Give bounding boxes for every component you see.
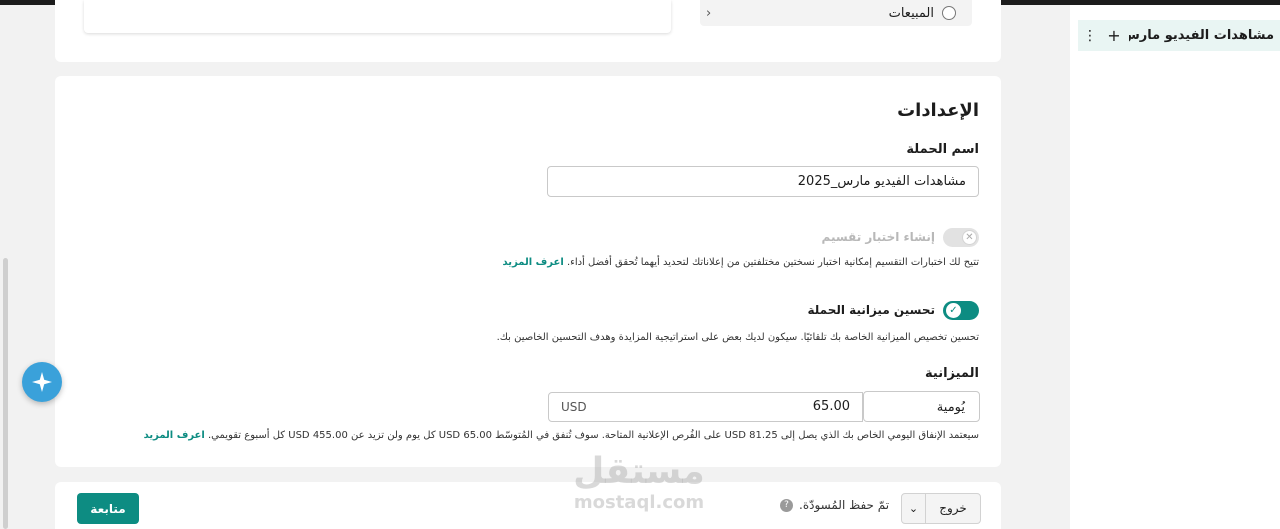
watermark-arabic: مستقل: [573, 451, 705, 492]
check-icon: ✓: [946, 303, 961, 318]
sales-radio[interactable]: [942, 6, 956, 20]
budget-optimization-description: تحسين تخصيص الميزانية الخاصة بك تلقائيًا…: [496, 332, 979, 343]
budget-description: سيعتمد الإنفاق اليومي الخاص بك الذي يصل …: [144, 430, 979, 441]
budget-type-select[interactable]: يُومية: [863, 391, 980, 422]
budget-amount-value: 65.00: [812, 399, 850, 414]
exit-button-group[interactable]: خروج ⌄: [901, 493, 981, 524]
more-options-icon[interactable]: ⋮: [1083, 28, 1097, 44]
draft-status-text: تمّ حفظ المُسودّة.: [799, 498, 890, 512]
budget-description-text: سيعتمد الإنفاق اليومي الخاص بك الذي يصل …: [207, 430, 979, 441]
sales-label: المبيعات: [888, 5, 934, 21]
continue-button[interactable]: متابعة: [77, 493, 139, 524]
campaign-structure-panel: [1070, 5, 1280, 529]
objective-option-sales[interactable]: المبيعات ‹: [700, 0, 972, 26]
settings-title: الإعدادات: [897, 100, 979, 121]
campaign-name-input[interactable]: مشاهدات الفيديو مارس_2025: [547, 166, 979, 197]
budget-amount-input[interactable]: 65.00 USD: [548, 392, 863, 422]
campaign-tree-item-label: مشاهدات الفيديو مارس_...: [1129, 28, 1274, 43]
chevron-down-icon[interactable]: ⌄: [902, 494, 926, 523]
assistant-button[interactable]: [22, 362, 62, 402]
split-test-description: تتيح لك اختبارات التقسيم إمكانية اختبار …: [503, 257, 979, 268]
objective-detail-box: [84, 0, 671, 33]
campaign-tree-item[interactable]: مشاهدات الفيديو مارس_... + ⋮: [1078, 20, 1280, 51]
learn-more-link[interactable]: اعرف المزيد: [503, 257, 564, 268]
budget-optimization-label: تحسين ميزانية الحملة: [807, 303, 936, 317]
campaign-name-label: اسم الحملة: [906, 142, 979, 157]
exit-button[interactable]: خروج: [926, 494, 980, 523]
budget-learn-more-link[interactable]: اعرف المزيد: [144, 430, 205, 441]
sparkle-icon: [32, 372, 52, 392]
scrollbar-thumb[interactable]: [3, 258, 8, 529]
help-icon[interactable]: ?: [780, 498, 793, 512]
add-icon[interactable]: +: [1107, 26, 1121, 45]
watermark-latin: mostaql.com: [573, 492, 705, 513]
budget-optimization-toggle[interactable]: ✓: [943, 301, 979, 320]
chevron-left-icon: ‹: [706, 5, 712, 21]
budget-label: الميزانية: [925, 366, 979, 381]
split-test-label: إنشاء اختبار تقسيم: [821, 230, 935, 244]
draft-status: تمّ حفظ المُسودّة. ?: [780, 498, 889, 512]
split-test-toggle[interactable]: ✕: [943, 228, 979, 247]
close-icon: ✕: [962, 230, 977, 245]
currency-label: USD: [561, 400, 587, 414]
split-test-description-text: تتيح لك اختبارات التقسيم إمكانية اختبار …: [566, 257, 979, 268]
watermark: مستقل mostaql.com: [566, 452, 712, 514]
